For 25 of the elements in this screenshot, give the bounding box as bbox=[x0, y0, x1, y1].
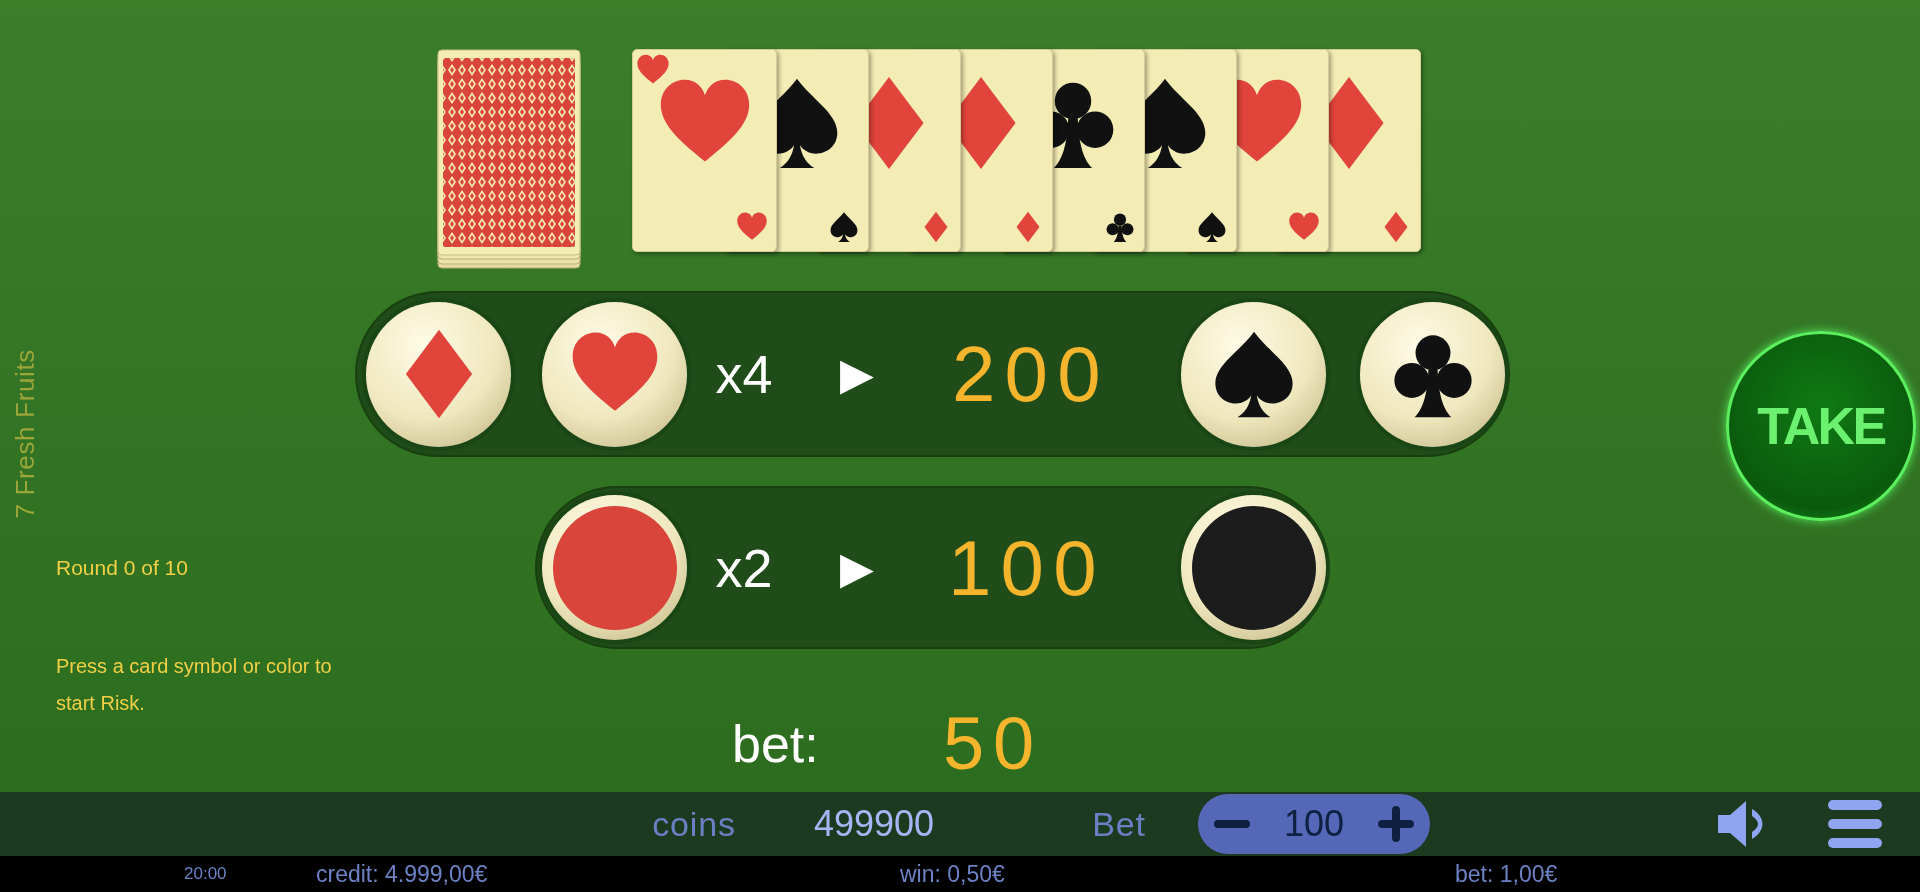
coins-label: coins bbox=[651, 803, 737, 845]
credit-text: credit: 4.999,00€ bbox=[316, 859, 489, 889]
bet-text: bet: 1,00€ bbox=[1455, 859, 1558, 889]
menu-icon[interactable] bbox=[1828, 800, 1882, 848]
take-button[interactable]: TAKE bbox=[1726, 331, 1916, 521]
bet-amount: 50 bbox=[943, 707, 1044, 781]
game-title: 7 Fresh Fruits bbox=[12, 349, 41, 519]
multiplier: x2 bbox=[714, 540, 774, 595]
bet-stepper-value: 100 bbox=[1283, 802, 1345, 846]
win-amount: 100 bbox=[946, 528, 1108, 607]
bet-label: bet: bbox=[732, 718, 820, 770]
bet-stepper-label: Bet bbox=[1091, 803, 1147, 845]
round-counter: Round 0 of 10 bbox=[56, 555, 189, 582]
spade-icon bbox=[1196, 211, 1228, 243]
spade-icon bbox=[828, 211, 860, 243]
club-icon bbox=[1104, 211, 1136, 243]
arrow-sign: ▶ bbox=[839, 352, 875, 396]
arrow-sign: ▶ bbox=[839, 545, 875, 590]
clock-time: 20:00 bbox=[184, 863, 228, 886]
plus-icon[interactable] bbox=[1378, 806, 1414, 842]
multiplier: x4 bbox=[714, 347, 774, 401]
hint-text: Press a card symbol or color to start Risk. bbox=[56, 653, 333, 716]
coins-value: 499900 bbox=[812, 802, 936, 846]
win-amount: 200 bbox=[950, 335, 1112, 413]
win-text: win: 0,50€ bbox=[900, 859, 1006, 889]
